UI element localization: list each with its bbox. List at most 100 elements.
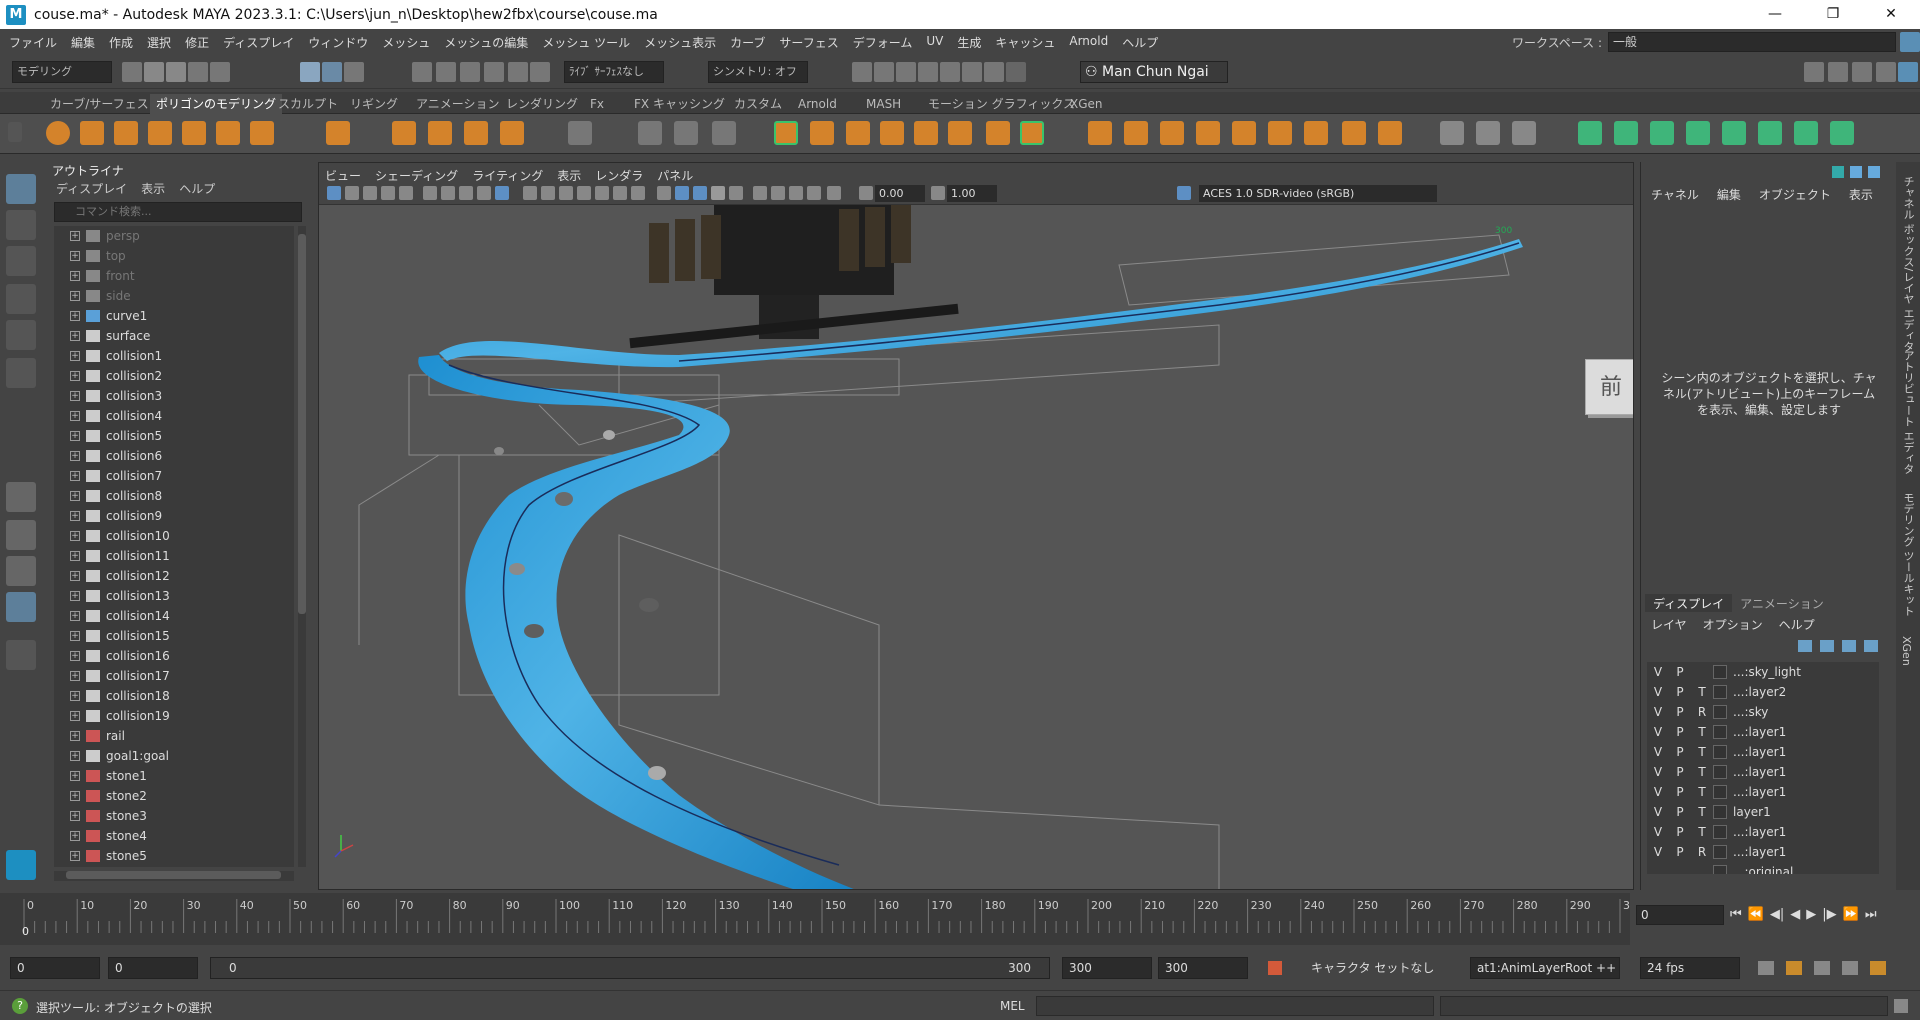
- layer-v-toggle[interactable]: V: [1647, 665, 1669, 679]
- menu-item-2[interactable]: 作成: [102, 34, 140, 51]
- layer-color-swatch[interactable]: [1713, 725, 1727, 739]
- outliner-row[interactable]: + stone2: [54, 786, 294, 806]
- paint-select-tool-icon[interactable]: [6, 246, 36, 276]
- multisample-aa-icon[interactable]: [729, 186, 743, 200]
- menu-item-9[interactable]: メッシュ ツール: [535, 34, 637, 51]
- outliner-row[interactable]: + persp: [54, 226, 294, 246]
- go-to-start-icon[interactable]: ⏮: [1730, 907, 1742, 922]
- layer-t-toggle[interactable]: T: [1691, 765, 1713, 779]
- layer-menu-2[interactable]: ヘルプ: [1779, 616, 1815, 633]
- poly-disk-icon[interactable]: [250, 121, 274, 145]
- play-backward-icon[interactable]: ◀: [1790, 907, 1800, 922]
- layer-t-toggle[interactable]: T: [1691, 825, 1713, 839]
- playblast-icon[interactable]: [1006, 62, 1026, 82]
- screen-space-ao-icon[interactable]: [693, 186, 707, 200]
- scale-tool-icon[interactable]: [6, 358, 36, 388]
- uv-unfold-icon[interactable]: [1722, 121, 1746, 145]
- outliner-menu-0[interactable]: ディスプレイ: [56, 180, 127, 197]
- layer-row[interactable]: V P T ...:layer1: [1647, 722, 1879, 742]
- shelf-tab-9[interactable]: Arnold: [792, 94, 843, 114]
- expand-icon[interactable]: +: [70, 731, 80, 741]
- layer-color-swatch[interactable]: [1713, 765, 1727, 779]
- toggle-tool-settings-icon[interactable]: [1852, 62, 1872, 82]
- expand-icon[interactable]: +: [70, 471, 80, 481]
- workspace-select[interactable]: 一般: [1608, 32, 1896, 52]
- side-tab-3[interactable]: XGen: [1900, 636, 1913, 666]
- poly-cube-icon[interactable]: [80, 121, 104, 145]
- layer-p-toggle[interactable]: P: [1669, 665, 1691, 679]
- live-surface-field[interactable]: ﾗｲﾌﾞ ｻｰﾌｪｽなし: [564, 61, 664, 83]
- outliner-row[interactable]: + collision3: [54, 386, 294, 406]
- user-account-select[interactable]: ⚇ Man Chun Ngai: [1080, 61, 1228, 83]
- toggle-modeling-toolkit-icon[interactable]: [1804, 62, 1824, 82]
- shelf-tab-11[interactable]: モーション グラフィックス: [922, 94, 1081, 114]
- script-language-label[interactable]: MEL: [1000, 999, 1025, 1013]
- menu-item-14[interactable]: UV: [919, 34, 950, 51]
- view-cube[interactable]: 前: [1585, 359, 1633, 415]
- layer-row[interactable]: V P R ...:layer1: [1647, 842, 1879, 862]
- hud-icon[interactable]: [827, 186, 841, 200]
- use-all-lights-icon[interactable]: [657, 186, 671, 200]
- range-slider[interactable]: 0 300: [210, 957, 1050, 979]
- layer-color-swatch[interactable]: [1713, 785, 1727, 799]
- isolate-select-icon[interactable]: [771, 186, 785, 200]
- channel-box-menu-0[interactable]: チャネル: [1651, 186, 1699, 203]
- toggle-channel-box-icon[interactable]: [1876, 62, 1896, 82]
- extrude-icon[interactable]: [1088, 121, 1112, 145]
- outliner-row[interactable]: + collision18: [54, 686, 294, 706]
- animation-preferences-icon[interactable]: [1842, 961, 1858, 975]
- layer-p-toggle[interactable]: P: [1669, 845, 1691, 859]
- outliner-row[interactable]: + rail: [54, 726, 294, 746]
- fill-hole-icon[interactable]: [1232, 121, 1256, 145]
- expand-icon[interactable]: +: [70, 311, 80, 321]
- outliner-row[interactable]: + collision11: [54, 546, 294, 566]
- outliner-row[interactable]: + stone1: [54, 766, 294, 786]
- expand-icon[interactable]: +: [70, 351, 80, 361]
- snap-point-icon[interactable]: [460, 62, 480, 82]
- layer-p-toggle[interactable]: P: [1669, 765, 1691, 779]
- timeline-ruler[interactable]: 0 10 20 30 40 50 60 70 80 90 100 110 120 130 140 150 160…: [0, 893, 1630, 945]
- time-slider[interactable]: 0 10 20 30 40 50 60 70 80 90 100 110 120 130 140 150 160…: [0, 893, 1920, 945]
- lasso-tool-icon[interactable]: [6, 210, 36, 240]
- layer-v-toggle[interactable]: V: [1647, 765, 1669, 779]
- viewport-panel[interactable]: ビューシェーディングライティング表示レンダラパネル 0.00 1.00: [318, 162, 1634, 890]
- outliner-row[interactable]: + collision5: [54, 426, 294, 446]
- bridge-icon[interactable]: [1124, 121, 1148, 145]
- layer-p-toggle[interactable]: P: [1669, 745, 1691, 759]
- side-tab-0[interactable]: チャネル ボックス/レイヤ エディタ: [1900, 176, 1916, 352]
- layer-row[interactable]: V P R ...:sky: [1647, 702, 1879, 722]
- outliner-vertical-scrollbar[interactable]: [298, 226, 306, 867]
- move-tool-icon[interactable]: [6, 284, 36, 314]
- layer-color-swatch[interactable]: [1713, 705, 1727, 719]
- arnold-render-icon[interactable]: [962, 62, 982, 82]
- expand-icon[interactable]: +: [70, 831, 80, 841]
- menu-item-13[interactable]: デフォーム: [846, 34, 920, 51]
- close-button[interactable]: ✕: [1862, 0, 1920, 29]
- poly-cone-icon[interactable]: [148, 121, 172, 145]
- sweep-mesh-icon[interactable]: [428, 121, 452, 145]
- append-polygon-icon[interactable]: [1196, 121, 1220, 145]
- outliner-row[interactable]: + stone5: [54, 846, 294, 866]
- channel-box-toggle-icon[interactable]: [1832, 166, 1844, 178]
- layer-color-swatch[interactable]: [1713, 745, 1727, 759]
- depth-of-field-icon[interactable]: [753, 186, 767, 200]
- extract-icon[interactable]: [948, 121, 972, 145]
- layer-row[interactable]: ...:original: [1647, 862, 1879, 874]
- outliner-row[interactable]: + collision10: [54, 526, 294, 546]
- save-scene-icon[interactable]: [166, 62, 186, 82]
- layer-v-toggle[interactable]: V: [1647, 785, 1669, 799]
- sound-icon[interactable]: [1814, 961, 1830, 975]
- tool-settings-toggle-icon[interactable]: [1868, 166, 1880, 178]
- center-pivot-icon[interactable]: [674, 121, 698, 145]
- textured-icon[interactable]: [631, 186, 645, 200]
- layer-v-toggle[interactable]: V: [1647, 845, 1669, 859]
- film-gate-icon[interactable]: [441, 186, 455, 200]
- current-frame-marker[interactable]: 0: [22, 925, 29, 938]
- toggle-outliner-icon[interactable]: [1898, 62, 1918, 82]
- resolution-gate-icon[interactable]: [459, 186, 473, 200]
- separate-icon[interactable]: [810, 121, 834, 145]
- layer-editor-tab-1[interactable]: アニメーション: [1732, 594, 1832, 612]
- shelf-tab-1[interactable]: ポリゴンのモデリング: [150, 94, 283, 114]
- move-layer-up-icon[interactable]: [1798, 640, 1812, 652]
- new-scene-icon[interactable]: [122, 62, 142, 82]
